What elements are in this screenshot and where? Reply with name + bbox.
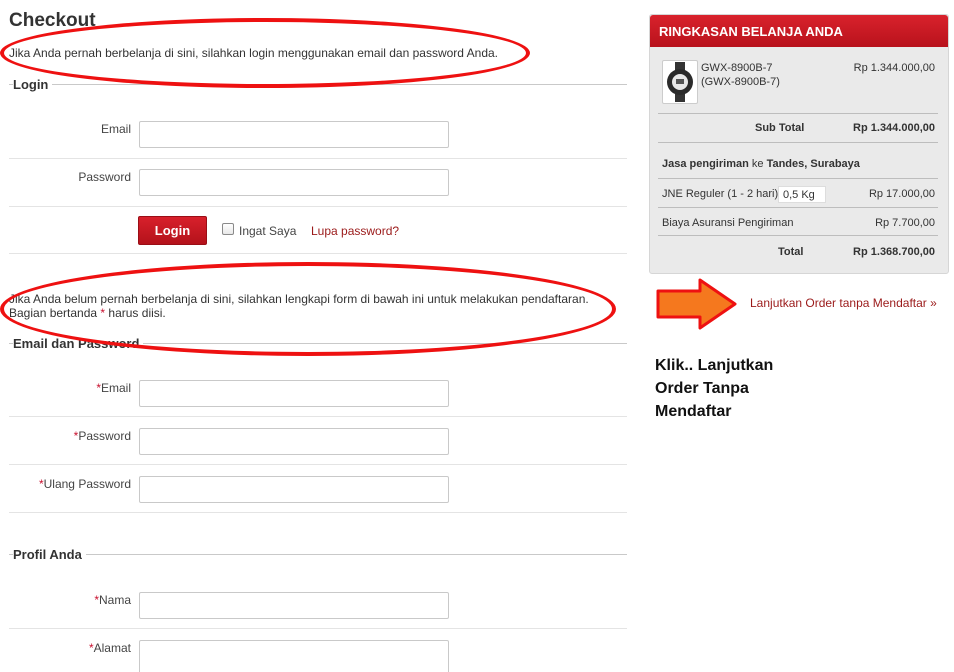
annotation-ellipse-login xyxy=(0,18,530,88)
total-value: Rp 1.368.700,00 xyxy=(853,246,935,258)
login-email-label: Email xyxy=(100,122,131,136)
annotation-note-line3: Mendaftar xyxy=(655,403,732,420)
remember-me-label: Ingat Saya xyxy=(239,224,297,238)
repeat-password-label: *Ulang Password xyxy=(11,477,131,491)
summary-divider xyxy=(658,178,938,179)
repeat-password-label-text: Ulang Password xyxy=(43,477,131,491)
login-password-input[interactable] xyxy=(139,169,449,196)
login-password-label: Password xyxy=(78,170,131,184)
summary-divider xyxy=(658,113,938,114)
row-separator xyxy=(9,206,627,207)
subtotal-label: Sub Total xyxy=(755,122,805,134)
row-separator xyxy=(9,512,627,513)
annotation-ellipse-register xyxy=(0,262,616,356)
row-separator xyxy=(9,158,627,159)
total-label: Total xyxy=(778,246,804,258)
shipping-heading: Jasa pengiriman ke Tandes, Surabaya xyxy=(662,158,860,170)
product-name: GWX-8900B-7 xyxy=(701,62,773,74)
courier-price: Rp 17.000,00 xyxy=(868,188,935,200)
annotation-note-line1: Klik.. Lanjutkan xyxy=(655,357,774,374)
address-textarea[interactable] xyxy=(139,640,449,672)
insurance-value: Rp 7.700,00 xyxy=(875,217,935,229)
shipping-destination: Tandes, Surabaya xyxy=(766,158,860,170)
profile-section-rule xyxy=(9,554,627,555)
address-label-text: Alamat xyxy=(93,641,131,655)
register-email-label-text: Email xyxy=(100,381,131,395)
annotation-note-line2: Order Tanpa xyxy=(655,380,749,397)
name-input[interactable] xyxy=(139,592,449,619)
login-email-input[interactable] xyxy=(139,121,449,148)
profile-section-heading: Profil Anda xyxy=(13,547,86,562)
subtotal-value: Rp 1.344.000,00 xyxy=(853,122,935,134)
row-separator xyxy=(9,628,627,629)
login-section-heading: Login xyxy=(13,77,53,92)
row-separator xyxy=(9,253,627,254)
register-password-label-text: Password xyxy=(78,429,131,443)
continue-without-register-link[interactable]: Lanjutkan Order tanpa Mendaftar » xyxy=(750,296,937,310)
register-email-input[interactable] xyxy=(139,380,449,407)
watch-thumbnail-icon xyxy=(662,60,698,104)
shipping-label: Jasa pengiriman xyxy=(662,158,749,170)
insurance-label: Biaya Asuransi Pengiriman xyxy=(662,217,794,229)
order-summary-panel: RINGKASAN BELANJA ANDA GWX-8900B-7 (GWX-… xyxy=(649,14,949,274)
remember-me-checkbox[interactable] xyxy=(222,223,234,235)
summary-divider xyxy=(658,207,938,208)
register-password-label: *Password xyxy=(11,429,131,443)
forgot-password-link[interactable]: Lupa password? xyxy=(311,224,399,238)
summary-divider xyxy=(658,235,938,236)
product-code: (GWX-8900B-7) xyxy=(701,76,780,88)
name-label-text: Nama xyxy=(98,593,131,607)
repeat-password-input[interactable] xyxy=(139,476,449,503)
shipping-to: ke xyxy=(748,158,767,170)
arrow-right-icon xyxy=(656,278,737,330)
address-label: *Alamat xyxy=(11,641,131,655)
weight-field: 0,5 Kg xyxy=(778,186,826,203)
register-email-label: *Email xyxy=(11,381,131,395)
login-button[interactable]: Login xyxy=(138,216,207,245)
row-separator xyxy=(9,416,627,417)
name-label: *Nama xyxy=(11,593,131,607)
annotation-note: Klik.. Lanjutkan Order Tanpa Mendaftar xyxy=(655,354,855,423)
summary-title: RINGKASAN BELANJA ANDA xyxy=(650,15,948,47)
product-price: Rp 1.344.000,00 xyxy=(853,62,935,74)
row-separator xyxy=(9,464,627,465)
register-password-input[interactable] xyxy=(139,428,449,455)
summary-divider xyxy=(658,142,938,143)
courier-name: JNE Reguler (1 - 2 hari) xyxy=(662,188,779,200)
